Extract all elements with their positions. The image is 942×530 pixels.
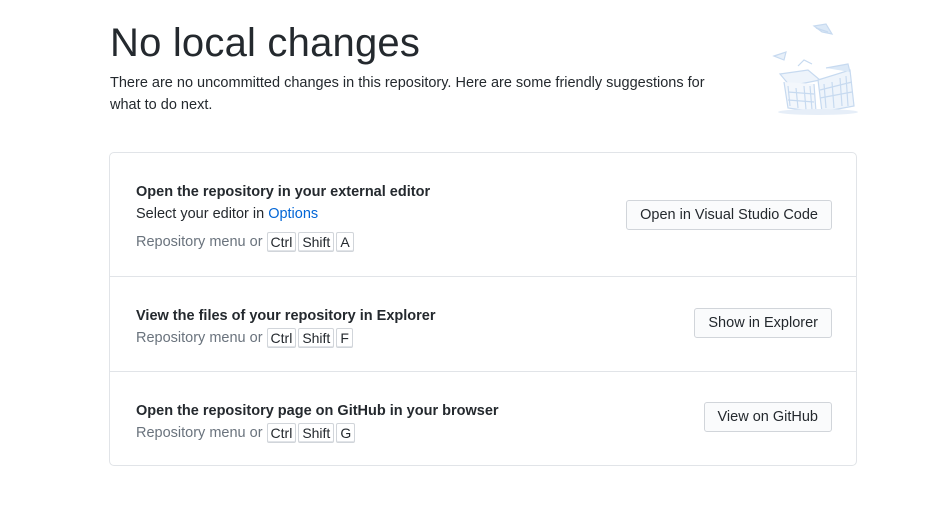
action-title: Open the repository in your external edi… <box>136 184 431 200</box>
keyboard-shortcut: Repository menu or Ctrl Shift F <box>136 327 435 349</box>
action-description: Open the repository page on GitHub in yo… <box>136 400 499 444</box>
editor-selection-text: Select your editor in Options <box>136 203 430 225</box>
action-row-show-explorer: View the files of your repository in Exp… <box>110 277 856 372</box>
page-subtitle: There are no uncommitted changes in this… <box>110 75 705 113</box>
keyboard-shortcut: Repository menu or Ctrl Shift A <box>136 231 430 253</box>
empty-paper-stack-illustration <box>772 23 858 115</box>
action-title: View the files of your repository in Exp… <box>136 308 436 324</box>
open-in-editor-button[interactable]: Open in Visual Studio Code <box>626 200 832 230</box>
key-shift: Shift <box>298 328 335 348</box>
key-a: A <box>336 232 354 252</box>
key-ctrl: Ctrl <box>266 423 297 443</box>
suggestions-card: Open the repository in your external edi… <box>109 152 857 466</box>
page-title: No local changes <box>110 21 421 65</box>
action-row-open-editor: Open the repository in your external edi… <box>110 153 856 277</box>
editor-prefix: Select your editor in <box>136 206 269 222</box>
action-row-view-github: Open the repository page on GitHub in yo… <box>110 372 856 466</box>
shortcut-prefix: Repository menu or <box>136 425 263 441</box>
key-ctrl: Ctrl <box>266 232 297 252</box>
key-g: G <box>336 423 356 443</box>
key-shift: Shift <box>298 423 335 443</box>
shortcut-prefix: Repository menu or <box>136 234 263 250</box>
blankslate-header: No local changes There are no uncommitte… <box>110 18 750 116</box>
view-on-github-button[interactable]: View on GitHub <box>703 402 832 432</box>
key-f: F <box>336 328 353 348</box>
keyboard-shortcut: Repository menu or Ctrl Shift G <box>136 422 499 444</box>
shortcut-prefix: Repository menu or <box>136 330 263 346</box>
key-shift: Shift <box>298 232 335 252</box>
key-ctrl: Ctrl <box>266 328 297 348</box>
options-link[interactable]: Options <box>268 206 318 222</box>
show-in-explorer-button[interactable]: Show in Explorer <box>694 308 832 338</box>
action-description: Open the repository in your external edi… <box>136 181 430 253</box>
action-title: Open the repository page on GitHub in yo… <box>136 403 499 419</box>
action-description: View the files of your repository in Exp… <box>136 305 435 349</box>
